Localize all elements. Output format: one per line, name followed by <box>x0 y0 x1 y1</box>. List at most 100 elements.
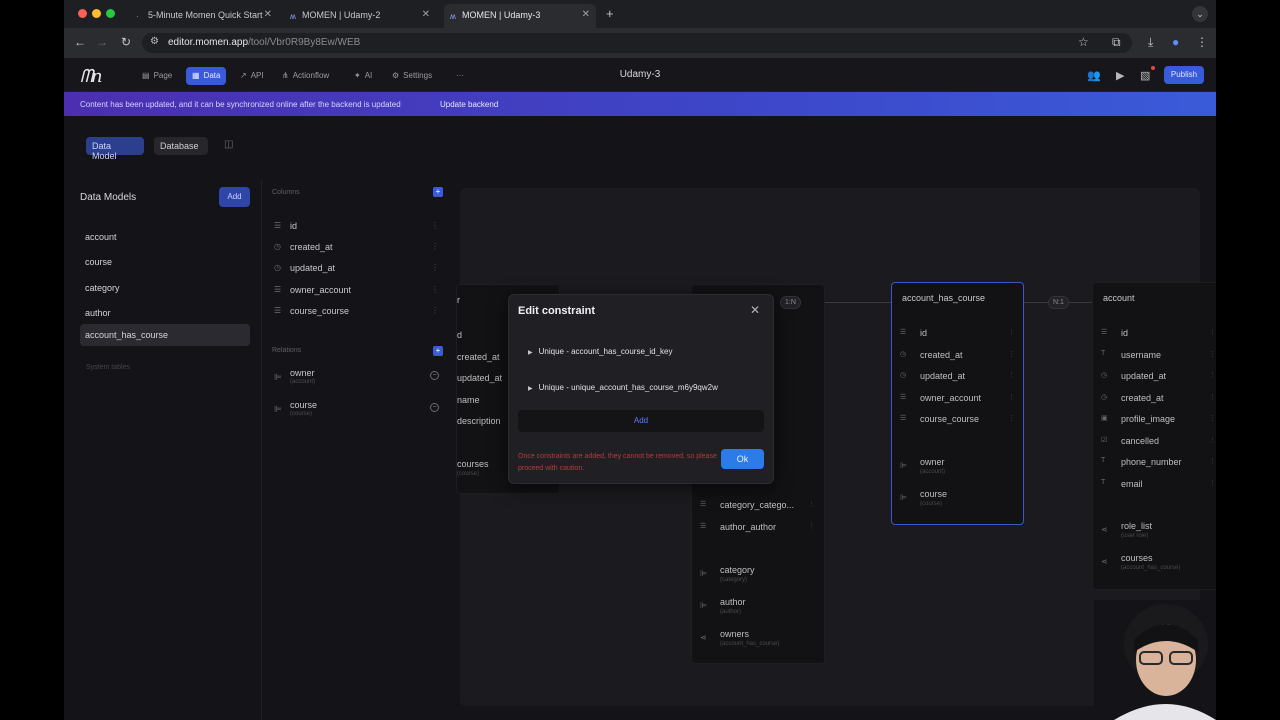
model-item-category[interactable]: category <box>80 277 250 299</box>
project-title: Udamy-3 <box>619 69 661 80</box>
forward-icon[interactable]: → <box>96 35 108 49</box>
add-constraint-button[interactable]: Add <box>518 410 764 432</box>
maximize-window-button[interactable] <box>106 9 115 18</box>
model-item-course[interactable]: course <box>80 251 250 273</box>
kebab-icon[interactable]: ⋮ <box>1209 414 1216 422</box>
bookmark-star-icon[interactable]: ☆ <box>1078 35 1089 49</box>
kebab-icon[interactable]: ⋮ <box>431 242 439 251</box>
nav-actionflow[interactable]: ⋔ Actionflow <box>276 67 335 85</box>
kebab-icon[interactable]: ⋮ <box>1209 328 1216 336</box>
system-tables-toggle[interactable]: System tables <box>86 364 130 371</box>
kebab-icon[interactable]: ⋮ <box>1209 393 1216 401</box>
model-card-account-has-course[interactable]: account_has_course ☰ id ⋮ ◷ created_at ⋮ ◷ up… <box>891 282 1024 525</box>
publish-button[interactable]: Publish <box>1164 66 1204 84</box>
ok-button[interactable]: Ok <box>721 449 764 469</box>
add-model-button[interactable]: Add <box>219 187 250 207</box>
tab-data-model[interactable]: Data Model <box>86 137 144 161</box>
remove-relation-icon[interactable]: − <box>430 403 439 412</box>
reload-icon[interactable]: ↻ <box>121 35 131 49</box>
kebab-icon[interactable]: ⋮ <box>1209 436 1216 444</box>
model-item-account[interactable]: account <box>80 226 250 248</box>
id-icon: ☰ <box>900 329 907 336</box>
back-icon[interactable]: ← <box>74 35 86 49</box>
model-card-account[interactable]: account ☰ id ⋮ Tusername ⋮ ◷ updated_at ⋮ ◷ cr… <box>1092 282 1216 590</box>
column-row[interactable]: ◷ updated_at ⋮ <box>272 262 447 278</box>
relation-pill-1n[interactable]: 1:N <box>780 296 801 309</box>
kebab-icon[interactable]: ⋮ <box>431 263 439 272</box>
browser-toolbar: ← → ↻ ⚙ editor.momen.app/tool/Vbr0R9By8E… <box>64 28 1216 58</box>
address-bar[interactable]: ⚙ editor.momen.app/tool/Vbr0R9By8Ew/WEB <box>142 33 1132 53</box>
nav-api[interactable]: ↗ API <box>234 67 270 85</box>
column-row[interactable]: ◷ created_at ⋮ <box>272 241 447 257</box>
browser-tab-active[interactable]: ʍ MOMEN | Udamy-3 ✕ <box>444 4 596 28</box>
column-row[interactable]: ☰ id ⋮ <box>272 220 447 236</box>
close-icon[interactable]: ✕ <box>750 303 760 317</box>
site-settings-icon[interactable]: ⚙ <box>150 36 159 47</box>
kebab-icon[interactable]: ⋮ <box>1209 479 1216 487</box>
new-tab-icon[interactable]: + <box>606 6 614 21</box>
kebab-icon[interactable]: ⋮ <box>1008 328 1015 336</box>
actionflow-icon: ⋔ <box>282 71 289 80</box>
remove-relation-icon[interactable]: − <box>430 371 439 380</box>
kebab-icon[interactable]: ⋮ <box>431 221 439 230</box>
browser-tab[interactable]: ʍ MOMEN | Udamy-2 ✕ <box>284 4 436 28</box>
relation-icon: ⊫ <box>900 493 907 502</box>
relation-row[interactable]: ⊫ owner (account) − <box>272 368 447 392</box>
close-window-button[interactable] <box>78 9 87 18</box>
browser-menu-icon[interactable]: ⋮ <box>1196 35 1208 49</box>
clock-icon: ◷ <box>274 242 281 251</box>
clock-icon: ◷ <box>274 263 281 272</box>
collaborators-icon[interactable]: 👥 <box>1087 69 1101 82</box>
nav-page[interactable]: ▤ Page <box>136 67 178 85</box>
panel-toggle-icon[interactable]: ◫ <box>224 139 233 150</box>
tab-database[interactable]: Database <box>154 137 208 155</box>
relation-pill-n1[interactable]: N:1 <box>1048 296 1069 309</box>
presenter-webcam <box>1094 600 1216 720</box>
update-backend-link[interactable]: Update backend <box>440 100 498 109</box>
column-row[interactable]: ☰ owner_account ⋮ <box>272 284 447 300</box>
kebab-icon[interactable]: ⋮ <box>1209 350 1216 358</box>
column-row[interactable]: ☰ course_course ⋮ <box>272 305 447 321</box>
relation-row[interactable]: ⊫ course (course) − <box>272 400 447 424</box>
close-icon[interactable]: ✕ <box>582 9 590 20</box>
kebab-icon[interactable]: ⋮ <box>431 285 439 294</box>
constraint-warning: Once constraints are added, they cannot … <box>518 453 717 472</box>
nav-data[interactable]: ▦ Data <box>186 67 227 85</box>
model-item-author[interactable]: author <box>80 302 250 324</box>
kebab-icon[interactable]: ⋮ <box>808 500 815 508</box>
extensions-icon[interactable]: ⧉ <box>1112 35 1121 50</box>
preview-play-icon[interactable]: ▶ <box>1116 69 1124 82</box>
kebab-icon[interactable]: ⋮ <box>1008 393 1015 401</box>
add-column-icon[interactable]: + <box>433 187 443 197</box>
close-icon[interactable]: ✕ <box>422 9 430 20</box>
text-icon: T <box>1101 350 1106 357</box>
kebab-icon[interactable]: ⋮ <box>808 522 815 530</box>
clock-icon: ◷ <box>900 351 907 358</box>
minimize-window-button[interactable] <box>92 9 101 18</box>
kebab-icon[interactable]: ⋮ <box>1008 371 1015 379</box>
add-relation-icon[interactable]: + <box>433 346 443 356</box>
more-icon[interactable]: ··· <box>450 67 470 85</box>
history-icon[interactable]: ▧ <box>1140 69 1150 82</box>
nav-ai[interactable]: ✦ AI <box>348 67 378 85</box>
constraint-item[interactable]: ▶ Unique - account_has_course_id_key <box>528 347 673 356</box>
app-header: ᗰn ▤ Page ▦ Data ↗ API ⋔ Actionflow ✦ AI ⚙ Set… <box>64 58 1216 92</box>
download-icon[interactable]: ⤓ <box>1148 35 1153 50</box>
kebab-icon[interactable]: ⋮ <box>1008 414 1015 422</box>
kebab-icon[interactable]: ⋮ <box>1209 457 1216 465</box>
kebab-icon[interactable]: ⋮ <box>1008 350 1015 358</box>
profile-icon[interactable]: ● <box>1172 35 1179 49</box>
kebab-icon[interactable]: ⋮ <box>1209 371 1216 379</box>
tab-favicon-icon: · <box>136 12 139 21</box>
browser-tab[interactable]: · 5-Minute Momen Quick Start ✕ <box>130 4 278 28</box>
nav-settings[interactable]: ⚙ Settings <box>386 67 438 85</box>
relation-icon: ⊫ <box>274 372 282 382</box>
kebab-icon[interactable]: ⋮ <box>431 306 439 315</box>
number-icon: ☰ <box>274 306 282 315</box>
momen-logo[interactable]: ᗰn <box>80 66 103 87</box>
model-item-account-has-course[interactable]: account_has_course <box>80 324 250 346</box>
close-icon[interactable]: ✕ <box>264 9 272 20</box>
constraint-item[interactable]: ▶ Unique - unique_account_has_course_m6y9… <box>528 383 718 392</box>
tab-search-icon[interactable]: ⌄ <box>1192 6 1208 22</box>
number-icon: ☰ <box>274 285 282 294</box>
